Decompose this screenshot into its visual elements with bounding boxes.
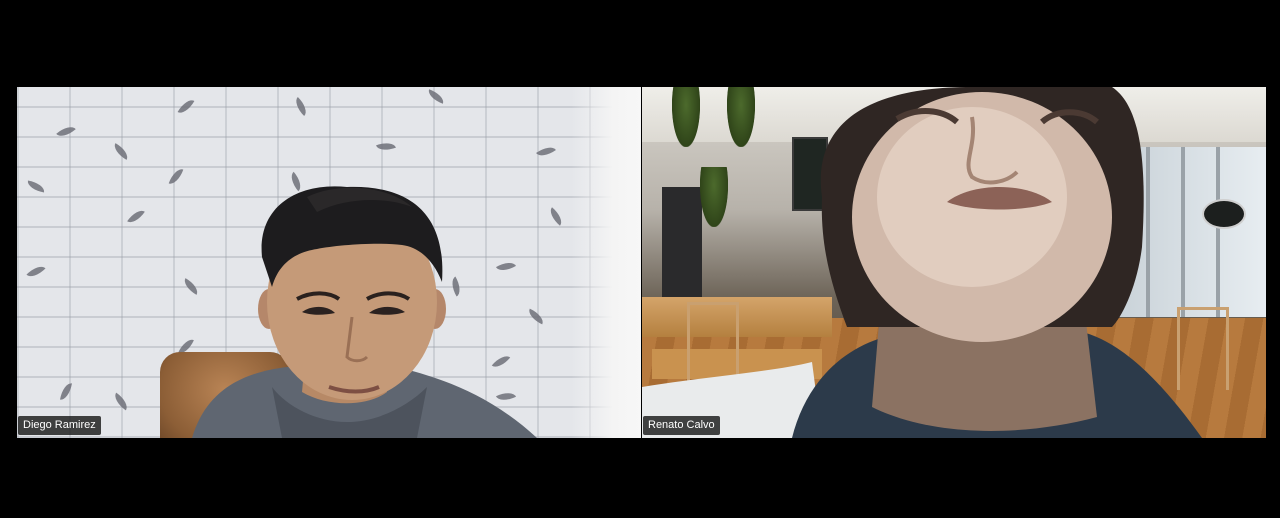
video-gallery: Diego Ramirez Renato Calvo (0, 0, 1280, 518)
participant-name-label: Renato Calvo (643, 416, 720, 435)
participant-video-renato (642, 87, 1202, 438)
participant-video-diego (192, 186, 537, 438)
participant-tile-diego[interactable]: Diego Ramirez (17, 87, 641, 438)
participant-tile-renato[interactable]: Renato Calvo (642, 87, 1266, 438)
participant-name-label: Diego Ramirez (18, 416, 101, 435)
